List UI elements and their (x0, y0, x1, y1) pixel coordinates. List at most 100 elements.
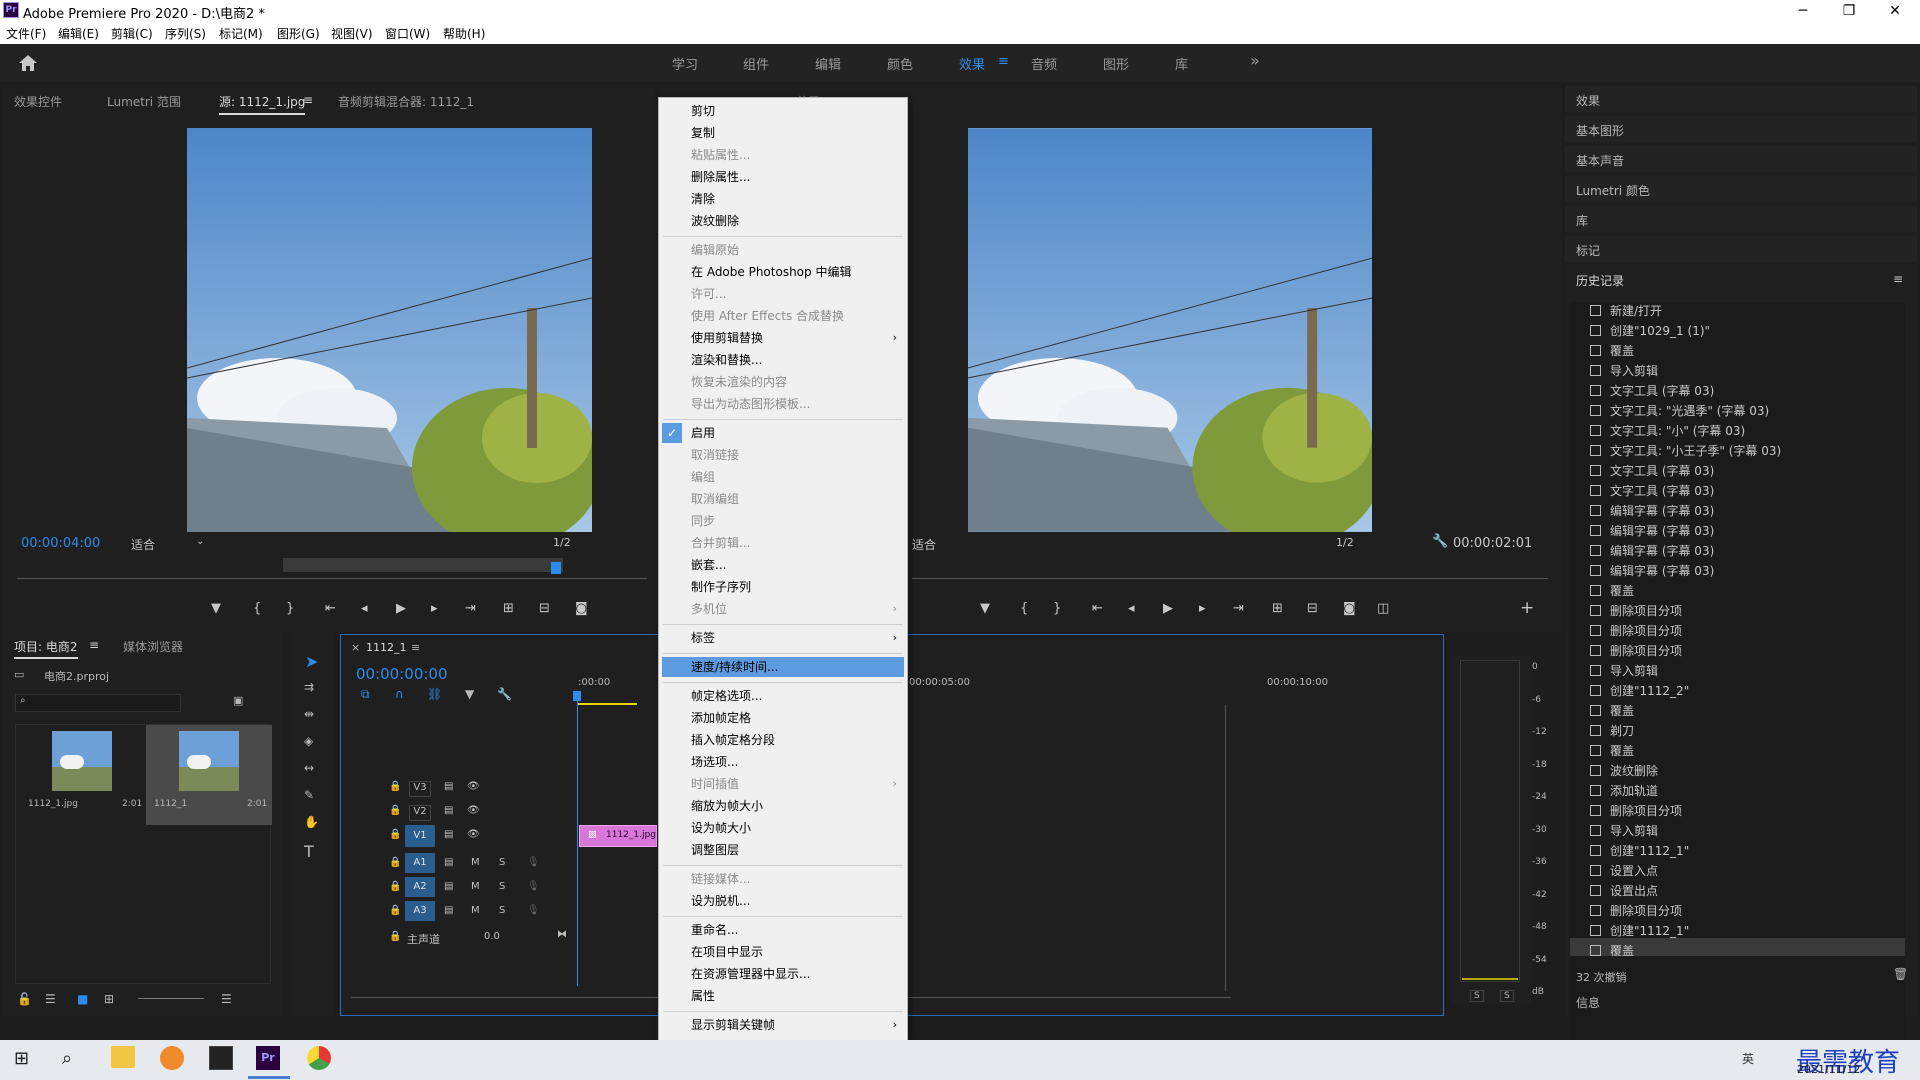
pen-tool-icon[interactable]: ✎ (304, 788, 314, 802)
history-entry[interactable]: 波纹删除 (1610, 762, 1658, 779)
menu-edit[interactable]: 编辑(E) (58, 25, 99, 42)
add-marker-icon[interactable]: ▼ (211, 601, 221, 616)
go-to-out-icon[interactable]: ⇥ (465, 601, 476, 616)
history-entry[interactable]: 覆盖 (1610, 702, 1634, 719)
history-entry[interactable]: 文字工具 (字幕 03) (1610, 462, 1714, 479)
menu-help[interactable]: 帮助(H) (443, 25, 485, 42)
track-a2[interactable]: A2 (405, 877, 435, 897)
wrench-icon[interactable]: 🔧 (1432, 534, 1448, 549)
v3-lock-icon[interactable]: 🔒 (389, 781, 401, 792)
history-entry[interactable]: 新建/打开 (1610, 302, 1662, 319)
history-entry[interactable]: 删除项目分项 (1610, 902, 1682, 919)
history-entry[interactable]: 覆盖 (1610, 582, 1634, 599)
tab-audio-clip-mixer[interactable]: 音频剪辑混合器: 1112_1 (338, 93, 474, 110)
windows-start-icon[interactable]: ⊞ (14, 1048, 29, 1069)
sort-icon[interactable]: ☰ (221, 992, 232, 1006)
menu-file[interactable]: 文件(F) (6, 25, 46, 42)
button-editor-plus-icon[interactable]: + (1520, 598, 1534, 618)
context-menu-item[interactable]: 复制 (691, 124, 715, 142)
history-entry[interactable]: 删除项目分项 (1610, 642, 1682, 659)
master-volume[interactable]: 0.0 (484, 931, 500, 942)
lift-icon[interactable]: ⊞ (1272, 601, 1283, 616)
history-entry[interactable]: 文字工具 (字幕 03) (1610, 382, 1714, 399)
minimize-button[interactable]: ─ (1780, 0, 1826, 22)
context-menu-item[interactable]: 重命名... (691, 921, 738, 939)
track-v3[interactable]: V3 (409, 781, 431, 797)
project-item-image[interactable]: 1112_1.jpg 2:01 (22, 725, 146, 825)
track-a3[interactable]: A3 (405, 901, 435, 921)
context-menu-item[interactable]: 渲染和替换... (691, 351, 762, 369)
browser-app-icon[interactable] (160, 1046, 184, 1070)
mark-in-icon[interactable]: { (253, 601, 261, 616)
context-menu-item[interactable]: 设为脱机... (691, 892, 750, 910)
timeline-settings-icon[interactable]: 🔧 (497, 687, 512, 701)
a1-mute[interactable]: M (471, 857, 480, 868)
history-entry[interactable]: 编辑字幕 (字幕 03) (1610, 502, 1714, 519)
project-search-input[interactable]: ⌕ (15, 694, 181, 712)
program-resolution-select[interactable]: 1/2 (1336, 536, 1354, 549)
context-menu-item[interactable]: 标签 (691, 629, 715, 647)
a3-solo[interactable]: S (499, 905, 505, 916)
workspace-editing[interactable]: 编辑 (815, 54, 841, 73)
context-menu-item[interactable]: 属性 (691, 987, 715, 1005)
panel-effects[interactable]: 效果 (1565, 86, 1917, 112)
history-entry[interactable]: 创建"1029_1 (1)" (1610, 322, 1710, 339)
source-timecode[interactable]: 00:00:04:00 (21, 536, 100, 551)
source-fit-select[interactable]: 适合 (131, 536, 155, 553)
context-menu-item[interactable]: 设为帧大小 (691, 819, 751, 837)
list-view-icon[interactable]: ☰ (45, 992, 56, 1006)
export-frame-icon[interactable]: ◙ (575, 601, 588, 616)
v2-lock-icon[interactable]: 🔒 (389, 805, 401, 816)
context-menu-item[interactable]: 删除属性... (691, 168, 750, 186)
nest-toggle-icon[interactable]: ⧉ (361, 687, 370, 702)
track-v2[interactable]: V2 (409, 805, 431, 821)
freeform-view-icon[interactable]: ⊞ (104, 992, 114, 1006)
history-entry[interactable]: 创建"1112_2" (1610, 682, 1689, 699)
insert-icon[interactable]: ⊞ (503, 601, 514, 616)
menu-view[interactable]: 视图(V) (331, 25, 373, 42)
go-to-in-icon[interactable]: ⇤ (325, 601, 336, 616)
a1-mic-icon[interactable]: 🎙 (527, 857, 540, 868)
hand-tool-icon[interactable]: ✋ (304, 815, 319, 829)
menu-sequence[interactable]: 序列(S) (165, 25, 206, 42)
history-entry[interactable]: 覆盖 (1610, 742, 1634, 759)
timeline-marker-icon[interactable]: ▼ (465, 687, 474, 701)
a2-solo[interactable]: S (499, 881, 505, 892)
more-workspaces-button[interactable]: » (1250, 51, 1260, 70)
ime-indicator[interactable]: 英 (1742, 1050, 1754, 1067)
a2-mute[interactable]: M (471, 881, 480, 892)
a3-lock-icon[interactable]: 🔒 (389, 905, 401, 916)
history-entry[interactable]: 导入剪辑 (1610, 662, 1658, 679)
context-menu-item[interactable]: 显示剪辑关键帧 (691, 1016, 775, 1034)
history-entry[interactable]: 导入剪辑 (1610, 822, 1658, 839)
icon-view-icon[interactable]: ■ (77, 992, 88, 1006)
program-step-back-icon[interactable]: ◂ (1128, 601, 1135, 616)
history-entry[interactable]: 设置出点 (1610, 882, 1658, 899)
a3-mic-icon[interactable]: 🎙 (527, 905, 540, 916)
history-entry[interactable]: 剃刀 (1610, 722, 1634, 739)
history-entry[interactable]: 删除项目分项 (1610, 602, 1682, 619)
work-area-bar[interactable] (577, 703, 637, 705)
workspace-menu-icon[interactable]: ≡ (998, 54, 1009, 69)
workspace-learn[interactable]: 学习 (672, 54, 698, 73)
context-menu-item[interactable]: 嵌套... (691, 556, 726, 574)
history-entry[interactable]: 创建"1112_1" (1610, 922, 1689, 939)
source-resolution-select[interactable]: 1/2 (553, 536, 571, 549)
timeline-playhead[interactable] (577, 691, 578, 986)
panel-lumetri-color[interactable]: Lumetri 颜色 (1565, 176, 1917, 202)
history-entry[interactable]: 设置入点 (1610, 862, 1658, 879)
workspace-libraries[interactable]: 库 (1175, 54, 1188, 73)
panel-essential-graphics[interactable]: 基本图形 (1565, 116, 1917, 142)
history-entry[interactable]: 覆盖 (1610, 942, 1634, 959)
history-menu-icon[interactable]: ≡ (1893, 272, 1903, 286)
program-fit-select[interactable]: 适合 (912, 536, 936, 553)
tab-media-browser[interactable]: 媒体浏览器 (123, 638, 183, 655)
menu-graphics[interactable]: 图形(G) (277, 25, 320, 42)
program-mark-in-icon[interactable]: { (1020, 601, 1028, 616)
master-lock-icon[interactable]: 🔒 (389, 931, 401, 942)
program-scrub-bar[interactable] (912, 578, 1548, 579)
program-step-forward-icon[interactable]: ▸ (1199, 601, 1206, 616)
context-menu-item[interactable]: 在资源管理器中显示... (691, 965, 810, 983)
project-menu-icon[interactable]: ≡ (89, 638, 99, 652)
history-entry[interactable]: 编辑字幕 (字幕 03) (1610, 562, 1714, 579)
